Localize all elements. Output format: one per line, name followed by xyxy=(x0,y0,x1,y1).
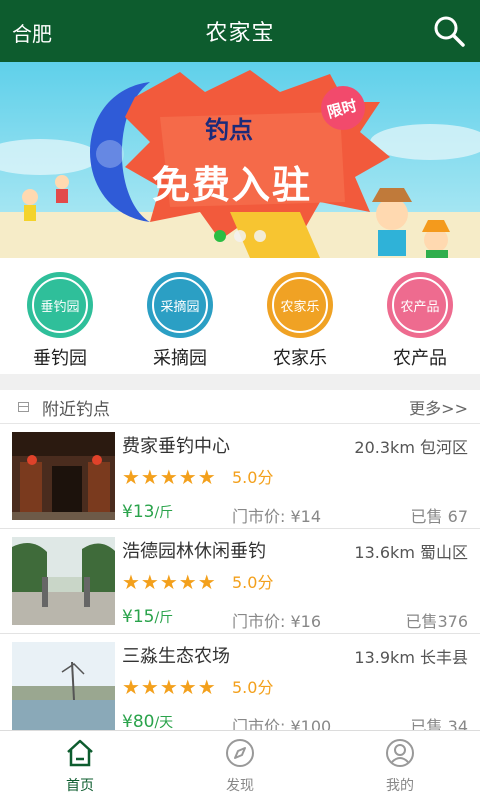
spot-name: 费家垂钓中心 xyxy=(122,436,230,457)
list-item[interactable]: 浩德园林休闲垂钓 13.6km 蜀山区 ★★★★★ 5.0分 ¥15/斤 门市价… xyxy=(0,529,480,634)
price-unit: /天 xyxy=(154,715,174,731)
rating-stars: ★★★★★ xyxy=(122,570,217,594)
banner-pagination xyxy=(0,230,480,242)
app-header: 合肥 农家宝 xyxy=(0,0,480,62)
banner-line2: 免费入驻 xyxy=(152,163,313,207)
rating-stars: ★★★★★ xyxy=(122,465,217,489)
category-produce[interactable]: 农产品 农产品 xyxy=(360,258,480,374)
spot-name: 浩德园林休闲垂钓 xyxy=(122,541,266,562)
list-item[interactable]: 费家垂钓中心 20.3km 包河区 ★★★★★ 5.0分 ¥13/斤 门市价: … xyxy=(0,424,480,529)
spot-distance: 13.9km 长丰县 xyxy=(354,648,468,667)
section-title: 附近钓点 xyxy=(42,400,110,420)
tab-discover[interactable]: 发现 xyxy=(160,731,320,800)
promo-banner[interactable]: 钓点 免费入驻 限时 xyxy=(0,62,480,258)
price-value: ¥15 xyxy=(122,607,155,627)
rating-stars: ★★★★★ xyxy=(122,675,217,699)
spot-distance: 20.3km 包河区 xyxy=(354,438,468,457)
produce-icon: 农产品 xyxy=(387,272,453,338)
category-icon-text: 垂钓园 xyxy=(32,277,88,333)
rating-score: 5.0分 xyxy=(232,678,274,697)
pagination-dot[interactable] xyxy=(234,230,246,242)
spot-thumbnail xyxy=(12,432,115,520)
pagination-dot[interactable] xyxy=(214,230,226,242)
tab-label: 首页 xyxy=(66,778,94,794)
city-selector[interactable]: 合肥 xyxy=(12,18,52,47)
category-icon-text: 采摘园 xyxy=(152,277,208,333)
category-label: 农产品 xyxy=(393,348,447,369)
more-link[interactable]: 更多>> xyxy=(409,395,468,419)
fishing-icon: 垂钓园 xyxy=(27,272,93,338)
category-label: 采摘园 xyxy=(153,348,207,369)
price-value: ¥80 xyxy=(122,712,155,732)
list-icon xyxy=(18,402,29,412)
rating-score: 5.0分 xyxy=(232,573,274,592)
category-grid: 垂钓园 垂钓园 采摘园 采摘园 农家乐 农家乐 农产品 农产品 xyxy=(0,258,480,374)
category-icon-text: 农产品 xyxy=(392,277,448,333)
category-picking[interactable]: 采摘园 采摘园 xyxy=(120,258,240,374)
search-icon[interactable] xyxy=(432,14,466,48)
banner-line1: 钓点 xyxy=(205,116,253,144)
price-unit: /斤 xyxy=(154,505,174,521)
tab-mine[interactable]: 我的 xyxy=(320,731,480,800)
farmhouse-icon: 农家乐 xyxy=(267,272,333,338)
bottom-tab-bar: 首页 发现 我的 xyxy=(0,730,480,800)
pagination-dot[interactable] xyxy=(254,230,266,242)
price-unit: /斤 xyxy=(154,610,174,626)
spot-name: 三淼生态农场 xyxy=(122,646,230,667)
spot-price: ¥80/天 xyxy=(122,712,173,732)
spot-thumbnail xyxy=(12,537,115,625)
compass-icon xyxy=(226,739,254,767)
category-farmhouse[interactable]: 农家乐 农家乐 xyxy=(240,258,360,374)
rating-score: 5.0分 xyxy=(232,468,274,487)
category-label: 农家乐 xyxy=(273,348,327,369)
price-value: ¥13 xyxy=(122,502,155,522)
category-fishing[interactable]: 垂钓园 垂钓园 xyxy=(0,258,120,374)
spot-list: 费家垂钓中心 20.3km 包河区 ★★★★★ 5.0分 ¥13/斤 门市价: … xyxy=(0,424,480,739)
category-label: 垂钓园 xyxy=(33,348,87,369)
nearby-section-header: 附近钓点 更多>> xyxy=(0,390,480,424)
spot-thumbnail xyxy=(12,642,115,730)
tab-label: 我的 xyxy=(386,778,414,794)
market-price: 门市价: ¥16 xyxy=(232,612,322,631)
spot-distance: 13.6km 蜀山区 xyxy=(354,543,468,562)
app-title: 农家宝 xyxy=(205,21,275,46)
tab-home[interactable]: 首页 xyxy=(0,731,160,800)
spot-price: ¥13/斤 xyxy=(122,502,173,522)
user-icon xyxy=(386,739,414,767)
category-icon-text: 农家乐 xyxy=(272,277,328,333)
home-icon xyxy=(67,739,93,767)
spot-price: ¥15/斤 xyxy=(122,607,173,627)
list-item[interactable]: 三淼生态农场 13.9km 长丰县 ★★★★★ 5.0分 ¥80/天 门市价: … xyxy=(0,634,480,739)
market-price: 门市价: ¥14 xyxy=(232,507,322,526)
picking-icon: 采摘园 xyxy=(147,272,213,338)
sold-count: 已售 67 xyxy=(410,507,468,526)
sold-count: 已售376 xyxy=(405,612,468,631)
tab-label: 发现 xyxy=(226,778,254,794)
